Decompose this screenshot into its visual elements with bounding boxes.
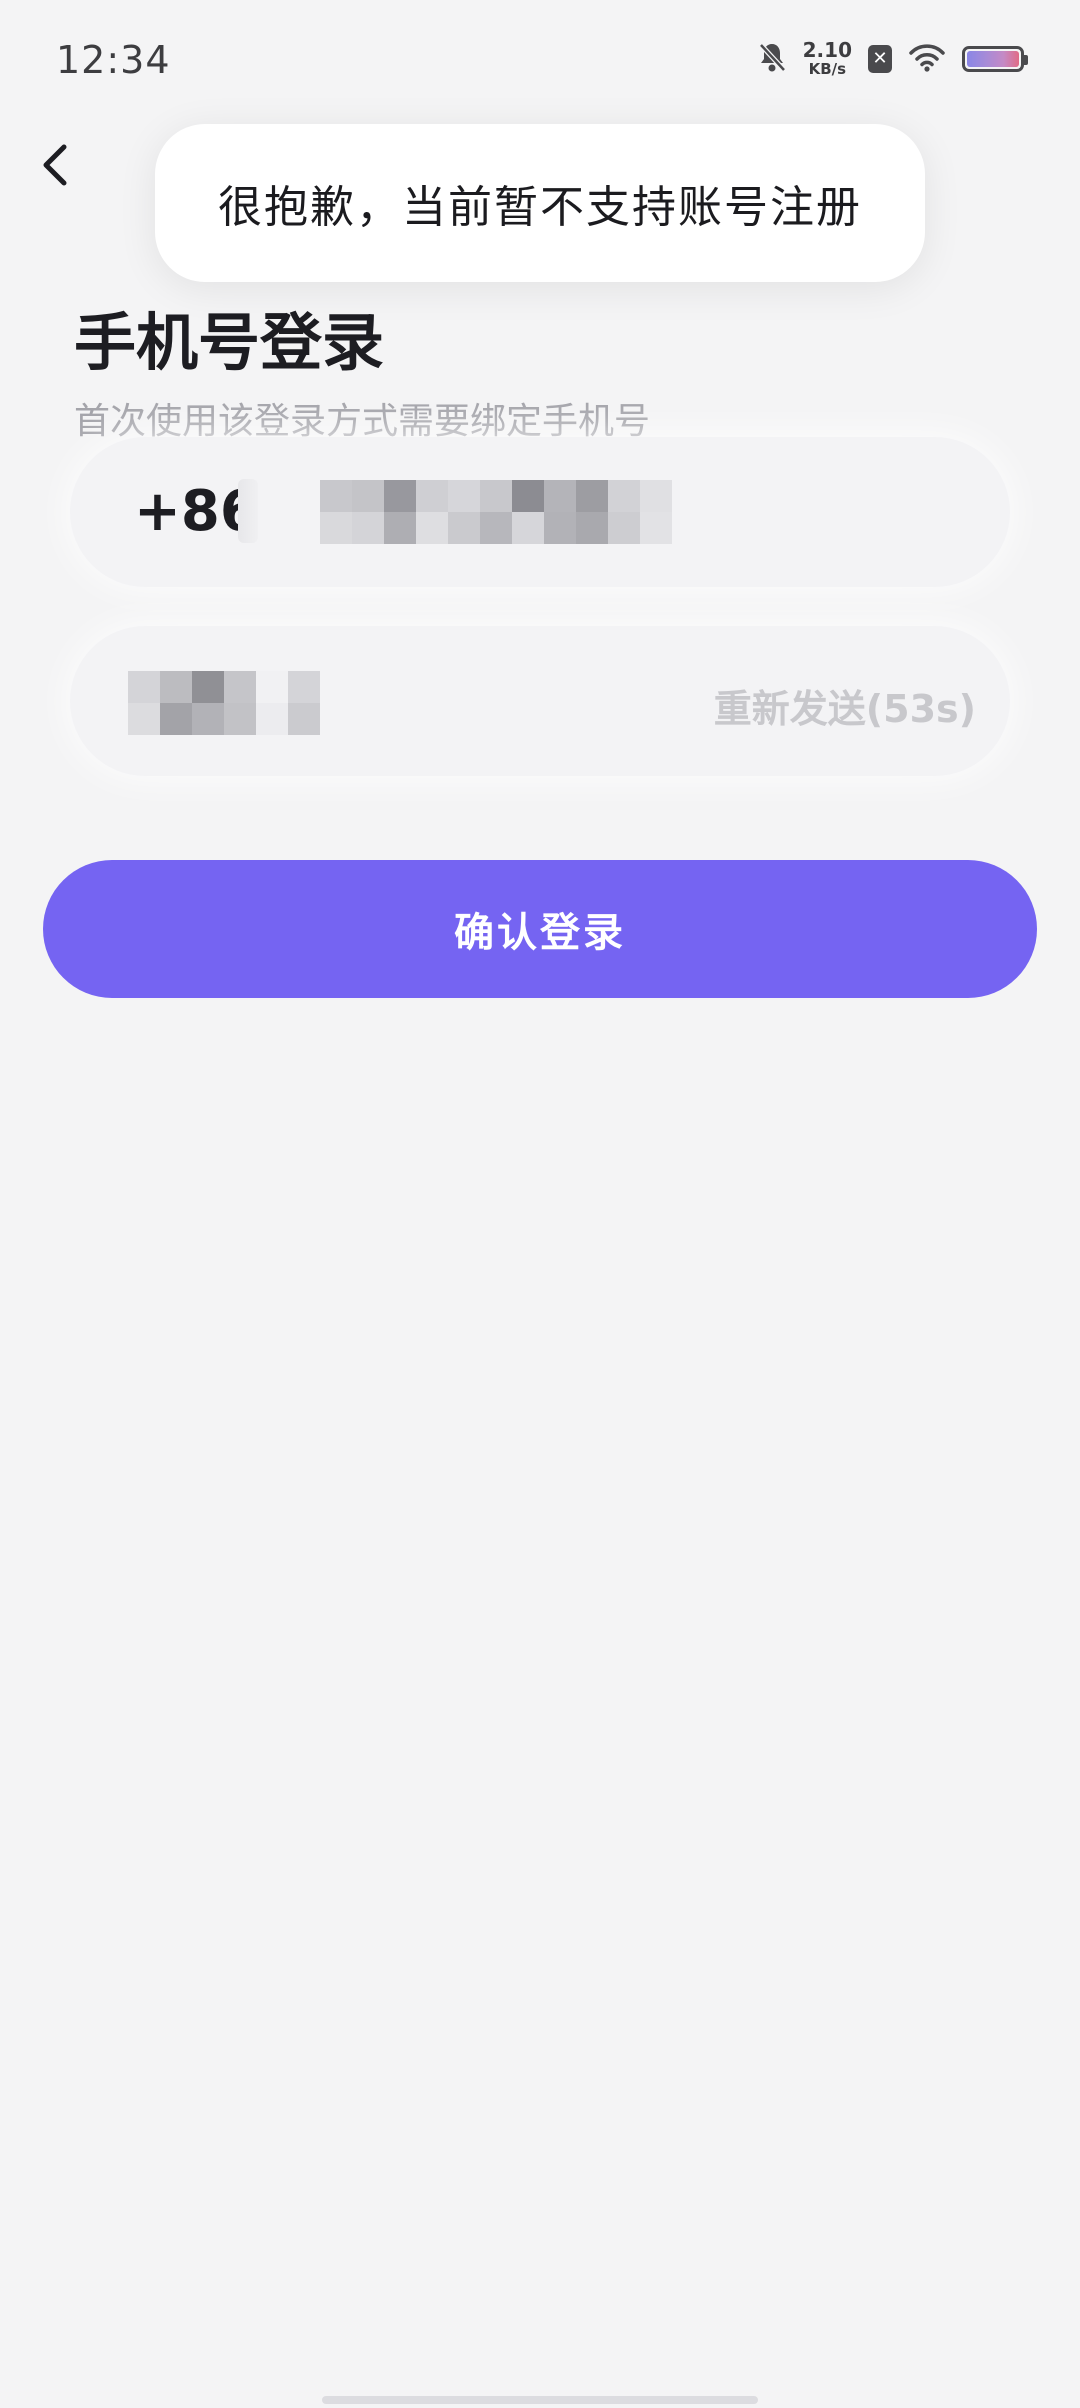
- confirm-login-button[interactable]: 确认登录: [43, 860, 1037, 998]
- battery-icon: [962, 45, 1028, 72]
- wifi-icon: [908, 42, 946, 76]
- network-speed-unit: KB/s: [808, 60, 847, 78]
- page-title: 手机号登录: [74, 306, 385, 379]
- verification-code-field[interactable]: 重新发送(53s): [70, 626, 1010, 776]
- back-button[interactable]: [30, 130, 80, 200]
- phone-input-field[interactable]: +86: [70, 437, 1010, 587]
- status-bar: 12:34 2.10 KB/s ✕: [0, 0, 1080, 120]
- toast-message: 很抱歉，当前暂不支持账号注册: [155, 124, 925, 282]
- network-speed-value: 2.10: [802, 38, 852, 62]
- status-time: 12:34: [56, 38, 171, 82]
- mute-bell-icon: [757, 41, 787, 77]
- home-indicator[interactable]: [322, 2396, 758, 2404]
- chevron-left-icon: [43, 144, 67, 186]
- status-icons: 2.10 KB/s ✕: [757, 40, 1028, 77]
- phone-number-masked: [320, 480, 672, 544]
- verification-code-masked: [128, 671, 320, 735]
- country-code-divider: [238, 479, 258, 543]
- no-sim-icon: ✕: [868, 44, 892, 73]
- network-speed: 2.10 KB/s: [803, 40, 852, 77]
- resend-code-button[interactable]: 重新发送(53s): [714, 678, 976, 733]
